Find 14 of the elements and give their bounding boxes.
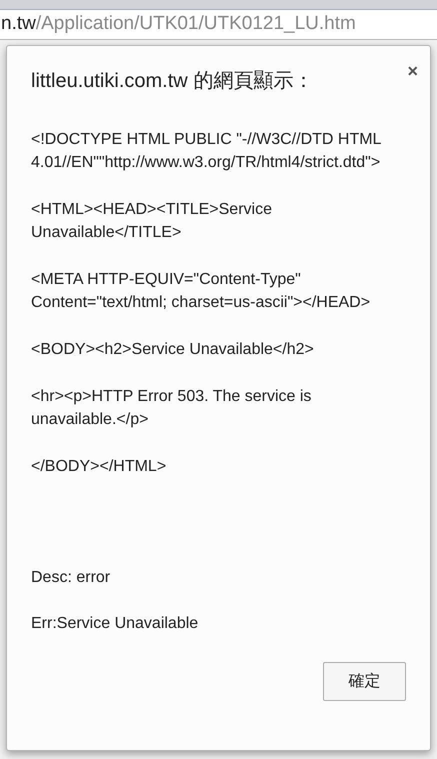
url-host: n.tw	[1, 12, 36, 36]
detail-line: Desc: error	[31, 568, 112, 588]
message-paragraph: <BODY><h2>Service Unavailable</h2>	[31, 340, 315, 360]
message-paragraph: <hr><p>HTTP Error 503. The service is unavailable.</p>	[31, 387, 312, 430]
dialog-title: littleu.utiki.com.tw 的網頁顯示：	[31, 69, 314, 94]
address-bar[interactable]: n.tw/Application/UTK01/UTK0121_LU.htm	[0, 10, 437, 40]
close-button[interactable]: ×	[407, 62, 418, 80]
message-paragraph: <!DOCTYPE HTML PUBLIC "-//W3C//DTD HTML 4.01//EN""http://www.w3.org/TR/html4/strict.dtd">	[31, 130, 382, 173]
detail-line: Err:Service Unavailable	[31, 614, 200, 634]
message-paragraph: <HTML><HEAD><TITLE>Service Unavailable</TITLE>	[31, 200, 273, 243]
message-paragraph: </BODY></HTML>	[31, 457, 168, 477]
message-paragraph: <META HTTP-EQUIV="Content-Type" Content="text/html; charset=us-ascii"></HEAD>	[31, 270, 372, 313]
url-path: /Application/UTK01/UTK0121_LU.htm	[36, 12, 356, 36]
ok-button[interactable]: 確定	[323, 662, 406, 701]
